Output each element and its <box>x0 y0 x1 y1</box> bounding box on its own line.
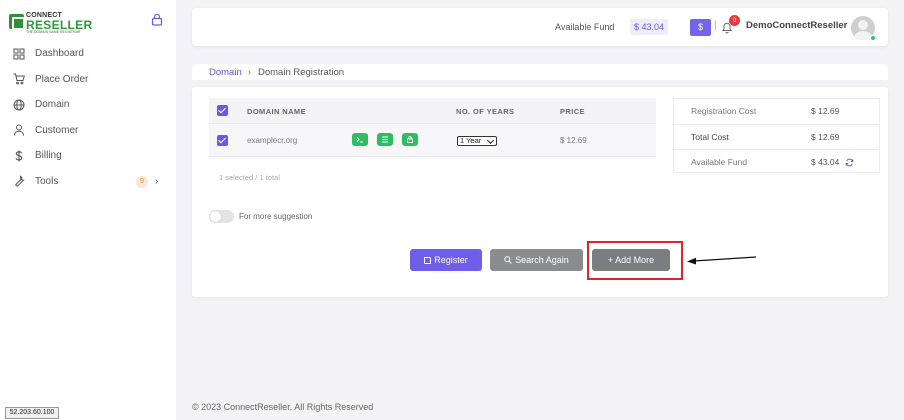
sidebar-item-place-order[interactable]: Place Order <box>0 67 176 93</box>
domain-details-button[interactable] <box>377 133 393 146</box>
column-header-years: NO. OF YEARS <box>456 107 515 116</box>
register-label: Register <box>434 255 468 265</box>
sidebar-item-label: Dashboard <box>35 48 84 60</box>
sidebar: CONNECT RESELLER THE DOMAIN NAME REGISTR… <box>0 0 176 420</box>
footer-copyright: © 2023 ConnectReseller. All Rights Reser… <box>192 402 374 412</box>
available-fund-label: Available Fund <box>555 22 615 32</box>
summary-value: $ 12.69 <box>811 132 840 142</box>
dollar-icon <box>15 150 23 162</box>
sidebar-item-customer[interactable]: Customer <box>0 118 176 144</box>
sidebar-item-label: Billing <box>35 150 62 162</box>
chevron-right-icon: › <box>155 175 159 187</box>
user-icon <box>14 124 24 136</box>
sidebar-item-label: Place Order <box>35 73 89 85</box>
available-fund-value: $ 43.04 <box>630 19 669 35</box>
annotation-arrow <box>687 256 757 265</box>
logo-tagline: THE DOMAIN NAME REGISTRAR <box>26 30 81 34</box>
table-header-row: DOMAIN NAME NO. OF YEARS PRICE <box>209 98 656 124</box>
logo-mark-icon <box>9 14 25 30</box>
sidebar-item-billing[interactable]: Billing <box>0 143 176 169</box>
register-button[interactable]: Register <box>410 249 482 271</box>
user-name[interactable]: DemoConnectReseller <box>746 20 847 31</box>
sidebar-item-label: Customer <box>35 124 79 136</box>
suggestion-toggle-label: For more suggestion <box>239 212 313 221</box>
cart-icon <box>13 73 25 85</box>
sidebar-item-label: Domain <box>35 99 70 111</box>
header-separator: | <box>714 20 717 31</box>
breadcrumb-link-domain[interactable]: Domain <box>209 67 242 78</box>
notification-count-badge: 0 <box>729 15 740 26</box>
domain-registration-card: DOMAIN NAME NO. OF YEARS PRICE examplecr… <box>192 87 888 297</box>
breadcrumb-separator: › <box>248 67 251 77</box>
order-summary: Registration Cost $ 12.69 Total Cost $ 1… <box>673 98 880 173</box>
price-cell: $ 12.69 <box>560 136 587 145</box>
lock-icon <box>407 136 413 143</box>
table-row: examplecr.org 1 Year $ 12.69 <box>209 124 656 157</box>
years-select[interactable]: 1 Year <box>457 136 497 146</box>
years-select-value: 1 Year <box>460 136 482 145</box>
sidebar-item-dashboard[interactable]: Dashboard <box>0 41 176 67</box>
list-icon <box>382 136 388 143</box>
sidebar-item-label: Tools <box>35 175 59 187</box>
summary-row-registration: Registration Cost $ 12.69 <box>674 99 879 124</box>
lock-icon[interactable] <box>151 13 163 26</box>
top-header: Available Fund $ 43.04 $ | 0 DemoConnect… <box>192 8 888 46</box>
suggest-icon <box>356 136 363 143</box>
suggestion-toggle[interactable] <box>209 210 234 223</box>
summary-row-total: Total Cost $ 12.69 <box>674 124 879 149</box>
wrench-icon <box>15 175 25 187</box>
connectreseller-logo[interactable]: CONNECT RESELLER THE DOMAIN NAME REGISTR… <box>9 12 92 34</box>
sidebar-item-tools[interactable]: Tools 9 › <box>0 169 176 195</box>
column-header-price: PRICE <box>560 107 585 116</box>
globe-icon <box>13 99 25 111</box>
column-header-domain: DOMAIN NAME <box>247 107 306 116</box>
summary-label: Registration Cost <box>691 106 757 116</box>
search-again-button[interactable]: Search Again <box>490 249 583 271</box>
summary-value: $ 43.04 <box>811 157 840 167</box>
sidebar-nav: Dashboard Place Order Domain Customer Bi… <box>0 41 176 194</box>
summary-row-available: Available Fund $ 43.04 <box>674 149 879 174</box>
refresh-icon[interactable] <box>845 158 854 167</box>
ip-address-label: 52.203.60.100 <box>5 407 59 419</box>
online-status-dot <box>870 35 876 41</box>
sidebar-item-domain[interactable]: Domain <box>0 92 176 118</box>
add-more-highlight <box>587 241 683 280</box>
add-funds-button[interactable]: $ <box>690 19 711 36</box>
select-all-checkbox[interactable] <box>217 105 228 116</box>
tools-badge: 9 <box>136 175 148 188</box>
privacy-lock-button[interactable] <box>402 133 418 146</box>
domain-name-cell: examplecr.org <box>247 136 298 145</box>
search-again-label: Search Again <box>515 255 569 265</box>
summary-label: Available Fund <box>691 157 748 167</box>
summary-value: $ 12.69 <box>811 106 840 116</box>
row-checkbox[interactable] <box>217 135 228 146</box>
grid-icon <box>13 48 25 60</box>
save-icon <box>424 257 432 264</box>
summary-label: Total Cost <box>691 132 729 142</box>
search-icon <box>504 256 513 264</box>
selection-count: 1 selected / 1 total <box>219 173 280 182</box>
suggest-names-button[interactable] <box>352 133 368 146</box>
breadcrumb-current: Domain Registration <box>258 67 345 78</box>
breadcrumb: Domain › Domain Registration <box>192 64 888 80</box>
